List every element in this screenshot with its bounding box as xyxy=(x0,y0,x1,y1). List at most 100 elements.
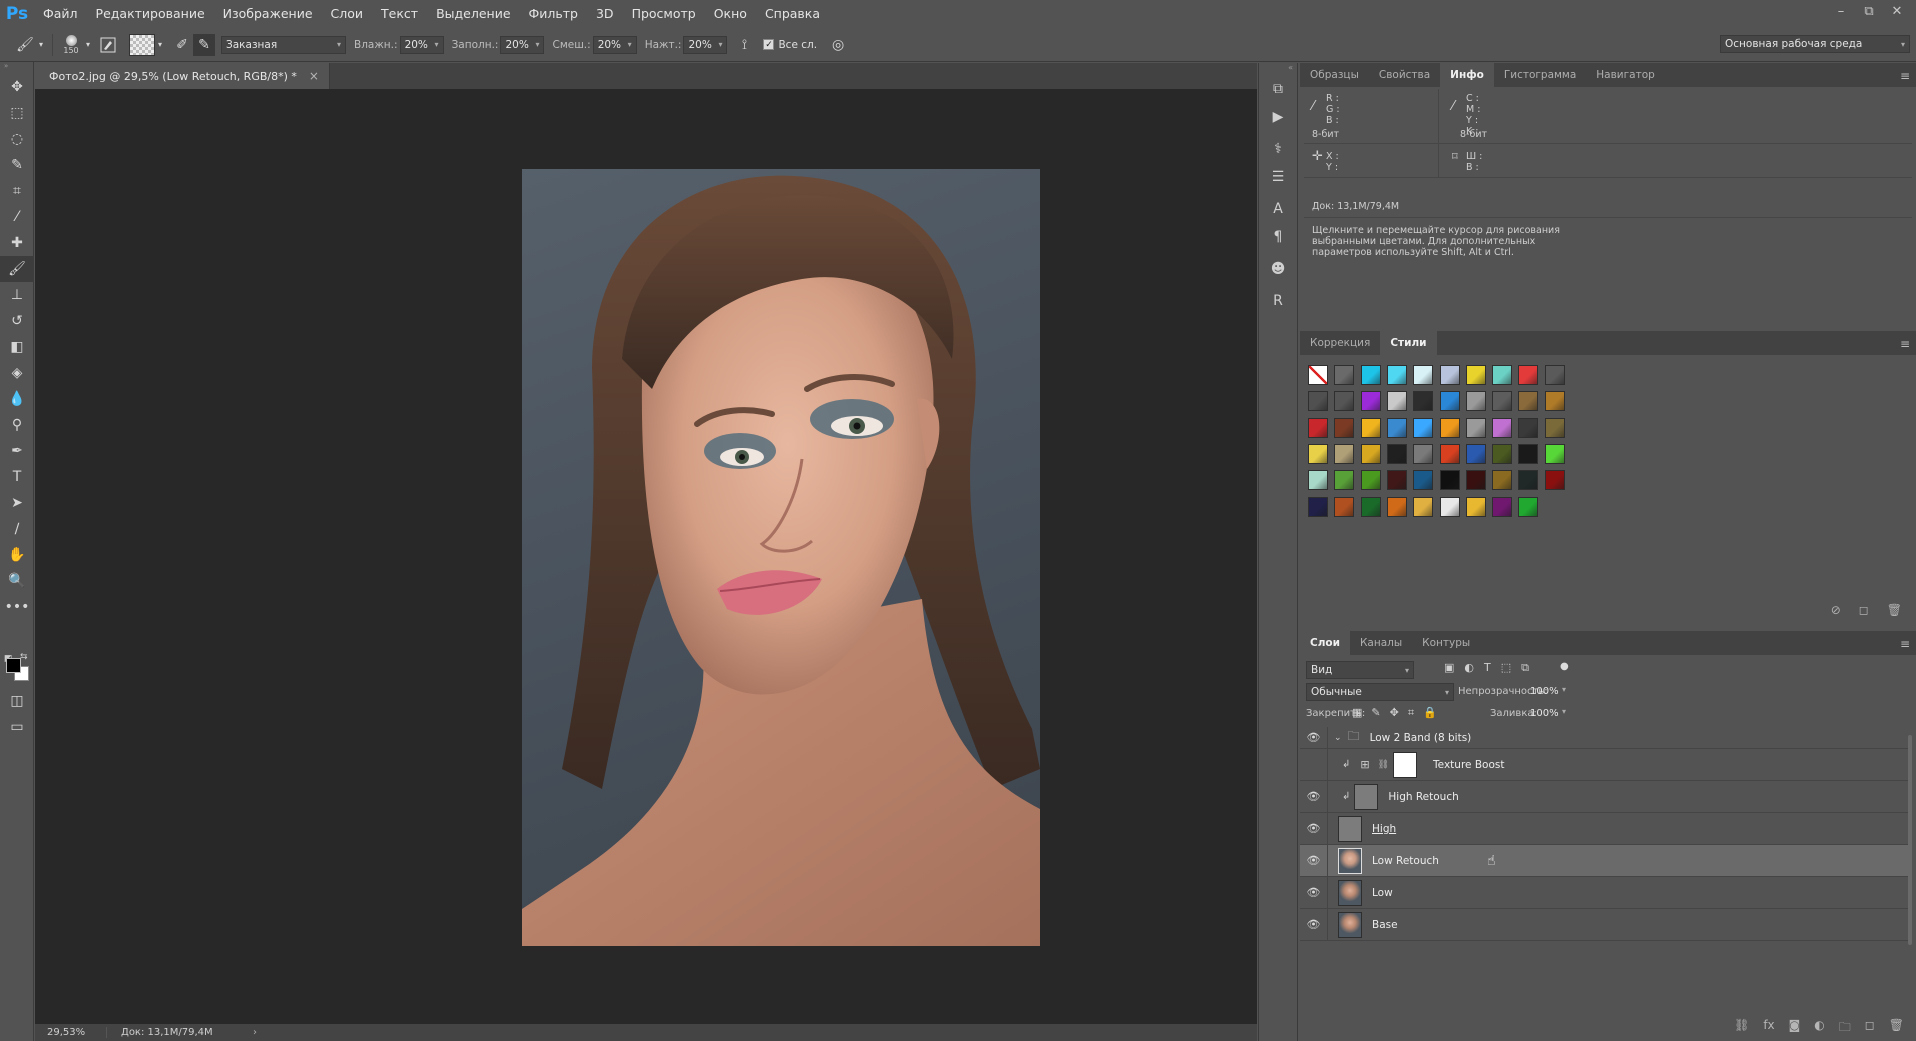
style-swatch[interactable] xyxy=(1544,365,1565,385)
style-swatch[interactable] xyxy=(1544,443,1565,464)
style-swatch[interactable] xyxy=(1413,443,1434,464)
style-swatch[interactable] xyxy=(1360,417,1381,438)
tab-info[interactable]: Инфо xyxy=(1440,63,1494,87)
style-swatch[interactable] xyxy=(1386,391,1407,412)
layer-row-high[interactable]: 👁 High xyxy=(1300,812,1908,845)
menu-help[interactable]: Справка xyxy=(756,0,829,28)
style-swatch[interactable] xyxy=(1386,417,1407,438)
style-swatch[interactable] xyxy=(1544,417,1565,438)
style-swatch[interactable] xyxy=(1465,496,1486,517)
path-selection-tool-icon[interactable]: ➤ xyxy=(0,490,34,516)
tool-preset-chevron-icon[interactable]: ▾ xyxy=(36,34,46,56)
style-swatch[interactable] xyxy=(1518,365,1539,385)
type-tool-icon[interactable]: T xyxy=(0,464,34,490)
layer-row-low-retouch[interactable]: 👁 Low Retouch ☝ xyxy=(1300,844,1908,877)
clean-brush-after-stroke-icon[interactable]: ✎ xyxy=(193,33,215,56)
canvas-area[interactable] xyxy=(35,89,1257,1024)
tab-adjustments[interactable]: Коррекция xyxy=(1300,331,1380,355)
layer-style-fx-icon[interactable]: fx xyxy=(1763,1018,1774,1039)
menu-layers[interactable]: Слои xyxy=(322,0,373,28)
tab-navigator[interactable]: Навигатор xyxy=(1586,63,1665,87)
visibility-off-box[interactable] xyxy=(1300,748,1328,781)
mixer-brush-tool-icon[interactable]: 🖌 xyxy=(14,34,36,56)
menu-3d[interactable]: 3D xyxy=(587,0,623,28)
new-adjustment-icon[interactable]: ◐ xyxy=(1814,1018,1824,1039)
paint-bucket-tool-icon[interactable]: ◈ xyxy=(0,360,34,386)
foreground-color-swatch[interactable] xyxy=(6,658,21,673)
tab-channels[interactable]: Каналы xyxy=(1350,631,1412,655)
new-group-icon[interactable]: 🗀 xyxy=(1839,1018,1851,1039)
style-swatch[interactable] xyxy=(1334,470,1355,491)
add-mask-icon[interactable]: ◙ xyxy=(1789,1018,1801,1039)
visibility-eye-icon[interactable]: 👁 xyxy=(1300,908,1328,941)
layer-row-texture-boost[interactable]: ↲ ⊞ ⛓ Texture Boost xyxy=(1300,748,1908,781)
filter-toggle-icon[interactable]: ● xyxy=(1560,661,1569,672)
opacity-chevron-icon[interactable]: ▾ xyxy=(1562,685,1566,694)
style-swatch[interactable] xyxy=(1518,391,1539,412)
brush-size-picker[interactable]: 150 xyxy=(59,34,83,55)
actions-panel-icon[interactable]: ▶ xyxy=(1259,103,1297,131)
style-swatch[interactable] xyxy=(1413,470,1434,491)
brush-settings-icon[interactable]: ☰ xyxy=(1259,163,1297,191)
close-tab-icon[interactable]: × xyxy=(309,69,319,83)
paragraph-panel-icon[interactable]: ¶ xyxy=(1259,223,1297,251)
eyedropper-tool-icon[interactable]: ⁄ xyxy=(0,204,34,230)
panel-menu-icon[interactable]: ≡ xyxy=(1900,69,1910,83)
tab-swatches[interactable]: Образцы xyxy=(1300,63,1369,87)
style-swatch[interactable] xyxy=(1492,496,1513,517)
style-swatch[interactable] xyxy=(1439,365,1460,385)
menu-file[interactable]: Файл xyxy=(34,0,87,28)
all-layers-checkbox[interactable]: ✓ xyxy=(763,39,775,50)
layers-scrollbar[interactable] xyxy=(1908,735,1912,945)
tab-layers[interactable]: Слои xyxy=(1300,631,1350,655)
airbrush-icon[interactable]: ⟟ xyxy=(733,34,755,56)
style-swatch[interactable] xyxy=(1465,391,1486,412)
layer-row-group[interactable]: 👁 ⌄ 🗀 Low 2 Band (8 bits) xyxy=(1300,726,1908,749)
style-swatch[interactable] xyxy=(1465,443,1486,464)
menu-filter[interactable]: Фильтр xyxy=(520,0,587,28)
filter-shape-icon[interactable]: ⬚ xyxy=(1501,661,1511,675)
layer-row-high-retouch[interactable]: 👁 ↲ High Retouch xyxy=(1300,780,1908,813)
layer-row-base[interactable]: 👁 Base xyxy=(1300,908,1908,941)
style-swatch[interactable] xyxy=(1386,496,1407,517)
style-swatch[interactable] xyxy=(1386,470,1407,491)
load-brush-after-stroke-icon[interactable]: ✐ xyxy=(171,34,193,56)
style-swatch[interactable] xyxy=(1308,417,1328,438)
style-swatch[interactable] xyxy=(1439,470,1460,491)
style-swatch[interactable] xyxy=(1360,496,1381,517)
lock-transparency-icon[interactable]: ▦ xyxy=(1352,706,1362,720)
dodge-tool-icon[interactable]: ⚲ xyxy=(0,412,34,438)
style-swatch[interactable] xyxy=(1518,470,1539,491)
style-swatch[interactable] xyxy=(1386,365,1407,385)
style-swatch[interactable] xyxy=(1413,417,1434,438)
new-style-icon[interactable]: ◻ xyxy=(1859,603,1869,617)
fill-value[interactable]: 100% xyxy=(1530,708,1559,719)
document-tab[interactable]: Фото2.jpg @ 29,5% (Low Retouch, RGB/8*) … xyxy=(35,63,330,89)
more-tools-icon[interactable]: ••• xyxy=(0,594,34,620)
menu-select[interactable]: Выделение xyxy=(427,0,519,28)
style-swatch[interactable] xyxy=(1334,443,1355,464)
visibility-eye-icon[interactable]: 👁 xyxy=(1300,812,1328,845)
pen-tool-icon[interactable]: ✒ xyxy=(0,438,34,464)
crop-tool-icon[interactable]: ⌗ xyxy=(0,178,34,204)
visibility-eye-icon[interactable]: 👁 xyxy=(1300,780,1328,813)
zoom-level[interactable]: 29,53% xyxy=(35,1027,107,1038)
style-swatch[interactable] xyxy=(1334,365,1355,385)
style-swatch[interactable] xyxy=(1308,470,1328,491)
style-swatch[interactable] xyxy=(1413,391,1434,412)
lock-all-icon[interactable]: 🔒 xyxy=(1423,706,1437,720)
panel-menu-icon[interactable]: ≡ xyxy=(1900,637,1910,651)
menu-window[interactable]: Окно xyxy=(705,0,756,28)
style-swatch[interactable] xyxy=(1308,443,1328,464)
plugin-r-icon[interactable]: R xyxy=(1259,287,1297,315)
style-swatch[interactable] xyxy=(1360,391,1381,412)
layer-row-low[interactable]: 👁 Low xyxy=(1300,876,1908,909)
style-swatch[interactable] xyxy=(1492,417,1513,438)
menu-type[interactable]: Текст xyxy=(372,0,427,28)
load-swatch-chevron-icon[interactable]: ▾ xyxy=(155,34,165,56)
filter-type-icon[interactable]: T xyxy=(1484,661,1491,675)
minimize-button[interactable]: – xyxy=(1830,4,1852,19)
menu-view[interactable]: Просмотр xyxy=(623,0,705,28)
layer-filter-select[interactable]: Вид ▾ xyxy=(1306,661,1414,679)
group-expand-chevron-icon[interactable]: ⌄ xyxy=(1334,733,1342,743)
